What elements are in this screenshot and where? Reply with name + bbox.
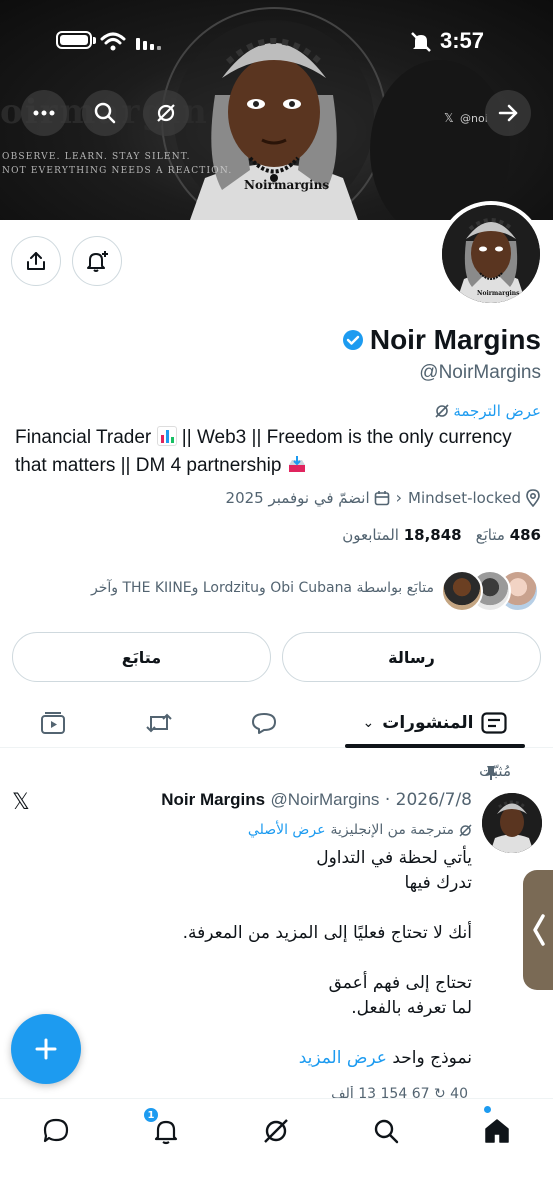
- post-dot-separator: ·: [384, 790, 391, 810]
- video-tab-icon: [41, 712, 65, 734]
- grok-translate-icon: [459, 823, 472, 837]
- share-button[interactable]: [11, 236, 61, 286]
- profile-name: Noir Margins: [342, 324, 541, 356]
- nav-messages[interactable]: [36, 1111, 76, 1151]
- joined-date: انضمّ في نوفمبر 2025: [226, 489, 390, 507]
- bell-icon: [154, 1120, 178, 1145]
- more-options-button[interactable]: [21, 90, 67, 136]
- post-text[interactable]: يأتي لحظة في التداول تدرك فيها أنك لا تح…: [72, 846, 472, 1071]
- tab-posts[interactable]: ⌄ المنشورات: [345, 698, 525, 748]
- meta-chevron-icon: ‹: [395, 488, 403, 507]
- followers-count-link[interactable]: 18,848 المتابعون: [342, 526, 461, 544]
- grok-icon: [264, 1119, 288, 1143]
- notifications-badge: 1: [143, 1107, 159, 1123]
- verified-badge-icon: [342, 330, 363, 350]
- status-time: 3:57: [439, 28, 484, 53]
- show-original-link[interactable]: عرض الأصلي: [248, 822, 326, 838]
- post-date[interactable]: 2026/7/8: [396, 790, 472, 810]
- nav-search[interactable]: [366, 1111, 406, 1151]
- grok-translate-icon: [435, 404, 449, 418]
- profile-tabs: ⌄ المنشورات: [0, 698, 553, 748]
- followed-by-text[interactable]: متابَع بواسطة Obi Cubana وLordzitu وTHE …: [34, 580, 434, 596]
- cellular-signal-icon: [136, 38, 161, 50]
- profile-name-text: Noir Margins: [369, 324, 541, 355]
- banner-x-mark: 𝕏: [444, 111, 454, 125]
- bottom-navigation: 1: [0, 1098, 553, 1200]
- banner-shirt-text: Noirmargins: [244, 178, 330, 192]
- posts-tab-icon: [481, 712, 508, 734]
- post-translation-note: مترجمة من الإنجليزية عرض الأصلي: [248, 822, 472, 838]
- pin-icon: [485, 766, 497, 780]
- silent-bell-icon: [411, 32, 431, 52]
- location: Mindset-locked: [408, 489, 541, 507]
- plus-icon: [35, 1038, 57, 1060]
- followed-by-avatars[interactable]: [441, 570, 541, 614]
- search-icon: [374, 1119, 399, 1144]
- profile-handle: @NoirMargins: [419, 362, 541, 383]
- show-more-link[interactable]: عرض المزيد: [299, 1048, 387, 1068]
- message-button[interactable]: رسالة: [282, 632, 541, 682]
- grok-button[interactable]: [143, 90, 189, 136]
- avatar-image: Noirmargins: [442, 205, 540, 303]
- reply-bubble-icon: [252, 713, 276, 734]
- tab-replies[interactable]: [242, 698, 286, 748]
- following-button[interactable]: متابَع: [12, 632, 271, 682]
- tab-reposts[interactable]: [137, 698, 181, 748]
- profile-avatar[interactable]: Noirmargins: [438, 201, 544, 307]
- bell-plus-icon: [87, 251, 108, 272]
- tab-active-indicator: [345, 744, 525, 748]
- grok-icon: [157, 104, 175, 122]
- bar-chart-emoji-icon: [156, 426, 177, 446]
- back-button[interactable]: [485, 90, 531, 136]
- chat-bubble-icon: [43, 1118, 69, 1143]
- arrow-right-icon: [498, 104, 518, 122]
- nav-grok[interactable]: [256, 1111, 296, 1151]
- banner-handle: @noi: [460, 112, 488, 125]
- home-unread-dot: [484, 1106, 491, 1113]
- x-logo-icon: 𝕏: [12, 790, 30, 815]
- calendar-icon: [374, 490, 389, 505]
- chevron-left-icon: [533, 914, 545, 946]
- chevron-down-icon[interactable]: ⌄: [363, 715, 375, 731]
- post-author-handle[interactable]: @NoirMargins: [271, 790, 380, 809]
- post-avatar-image: [482, 793, 542, 853]
- search-icon: [94, 102, 116, 124]
- status-bar: 3:57: [0, 28, 553, 54]
- compose-post-button[interactable]: [11, 1014, 81, 1084]
- svg-text:Noirmargins: Noirmargins: [477, 290, 520, 297]
- search-profile-button[interactable]: [82, 90, 128, 136]
- home-icon: [485, 1119, 509, 1143]
- following-count-link[interactable]: 486 متابَع: [476, 526, 541, 544]
- inbox-tray-emoji-icon: [288, 456, 305, 472]
- battery-icon: [56, 31, 92, 49]
- repost-icon: [146, 713, 172, 733]
- share-icon: [27, 252, 45, 270]
- side-drawer-handle[interactable]: [523, 870, 553, 990]
- notify-subscribe-button[interactable]: [72, 236, 122, 286]
- profile-meta: Mindset-locked ‹ انضمّ في نوفمبر 2025: [226, 488, 541, 507]
- location-pin-icon: [526, 488, 540, 507]
- wifi-icon: [100, 32, 126, 51]
- nav-home[interactable]: [477, 1111, 517, 1151]
- show-translation-link[interactable]: عرض الترجمة: [435, 402, 541, 420]
- tab-media[interactable]: [31, 698, 75, 748]
- banner-tagline: OBSERVE. LEARN. STAY SILENT. NOT EVERYTH…: [2, 152, 233, 176]
- ellipsis-icon: [33, 110, 55, 116]
- post-author-avatar[interactable]: [482, 793, 542, 853]
- post-header: Noir Margins @NoirMargins · 2026/7/8: [161, 790, 472, 810]
- profile-bio: Financial Trader || Web3 || Freedom is t…: [15, 426, 512, 476]
- post-author-name[interactable]: Noir Margins: [161, 790, 265, 809]
- follow-counts: 486 متابَع 18,848 المتابعون: [342, 526, 541, 544]
- mini-avatar-3: [441, 570, 483, 612]
